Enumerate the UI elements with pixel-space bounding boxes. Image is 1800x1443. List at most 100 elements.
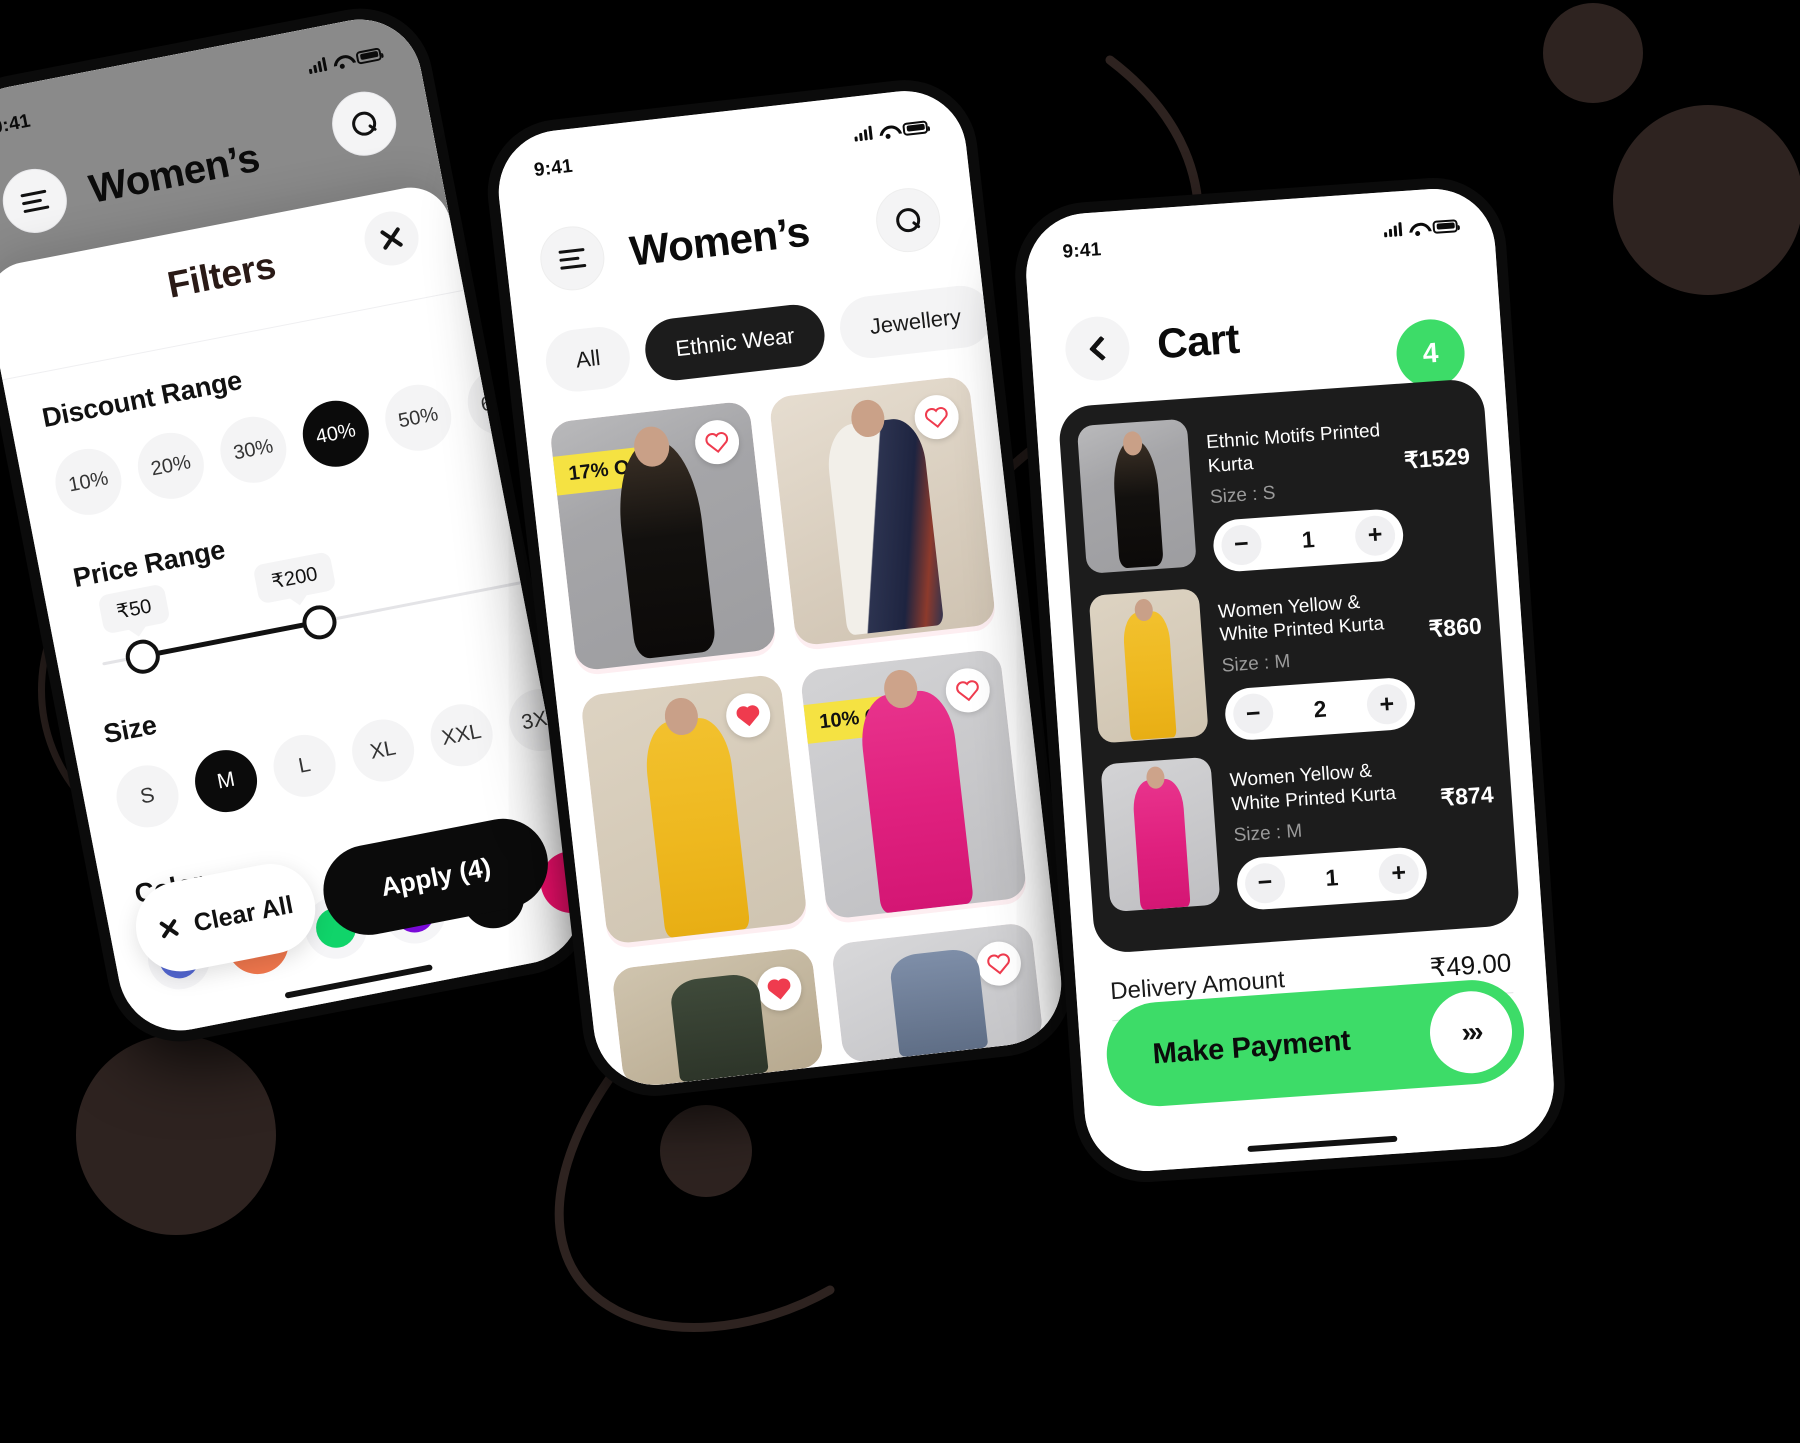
cellular-icon <box>1383 221 1403 237</box>
cart-item-price: ₹1529 <box>1403 442 1471 474</box>
quantity-value: 2 <box>1312 695 1328 722</box>
slider-knob-max[interactable] <box>299 602 340 643</box>
status-time: 9:41 <box>1061 239 1103 263</box>
heart-icon[interactable] <box>755 964 804 1013</box>
cart-item-info: Women Yellow & White Printed Kurta Size … <box>1216 573 1417 742</box>
cart-item-info: Women Yellow & White Printed Kurta Size … <box>1228 742 1429 911</box>
status-time: 9:41 <box>532 155 574 182</box>
cart-item-price: ₹860 <box>1427 612 1483 642</box>
slider-knob-min[interactable] <box>122 636 163 677</box>
increment-button[interactable]: + <box>1365 682 1409 726</box>
cellular-icon <box>307 56 328 74</box>
product-image <box>830 921 1044 1064</box>
price-max-bubble: ₹200 <box>252 551 337 605</box>
increment-button[interactable]: + <box>1377 852 1421 895</box>
chevron-left-icon[interactable] <box>1063 314 1132 383</box>
tab-all[interactable]: All <box>542 323 634 395</box>
deco-circle-2 <box>1613 105 1800 295</box>
page-title: Women’s <box>627 207 812 275</box>
cart-item[interactable]: Women Yellow & White Printed Kurta Size … <box>1100 737 1500 919</box>
status-icons <box>1383 218 1459 237</box>
wifi-icon <box>1408 221 1426 235</box>
product-image <box>768 375 997 647</box>
search-icon[interactable] <box>872 184 944 256</box>
status-icons <box>307 46 383 74</box>
product-card[interactable]: White Woven Design Kurta ₹2399 <box>768 375 998 652</box>
discount-badge: 17% OFF <box>552 444 670 496</box>
clear-icon <box>157 916 183 942</box>
heart-icon[interactable] <box>912 392 962 442</box>
cart-item-image <box>1088 587 1209 743</box>
product-image <box>579 673 808 945</box>
battery-icon <box>902 119 929 136</box>
heart-icon[interactable] <box>974 939 1024 988</box>
tab-jewellery[interactable]: Jewellery <box>836 282 995 362</box>
quantity-stepper[interactable]: − 1 + <box>1235 845 1429 911</box>
phone-cart: 9:41 Cart 4 Ethnic Motifs Printed Kurta <box>1022 184 1558 1176</box>
discount-badge: 10% OFF <box>803 692 921 744</box>
make-payment-label: Make Payment <box>1151 1024 1352 1070</box>
size-chip-m[interactable]: M <box>189 744 263 818</box>
cart-item[interactable]: Women Yellow & White Printed Kurta Size … <box>1088 568 1489 750</box>
cart-screen: 9:41 Cart 4 Ethnic Motifs Printed Kurta <box>1022 184 1558 1176</box>
quantity-stepper[interactable]: − 1 + <box>1211 507 1405 573</box>
size-chip-s[interactable]: S <box>111 760 184 833</box>
cellular-icon <box>853 125 873 142</box>
size-chip-xl[interactable]: XL <box>346 714 420 787</box>
quantity-value: 1 <box>1300 525 1316 553</box>
product-card[interactable] <box>611 946 825 1089</box>
quantity-value: 1 <box>1324 864 1340 891</box>
cart-item-name: Women Yellow & White Printed Kurta <box>1217 591 1385 647</box>
battery-icon <box>355 46 383 65</box>
deco-circle-3 <box>76 1035 276 1235</box>
size-chip-xxl[interactable]: XXL <box>425 698 498 772</box>
deco-circle-1 <box>1543 3 1643 103</box>
product-image: 10% OFF <box>799 648 1028 920</box>
mockup-stage: 9:41 Women’s Filters Discount Range 10% … <box>0 0 1800 1443</box>
page-title-behind: Women’s <box>85 135 263 212</box>
deco-circle-4 <box>660 1105 752 1197</box>
decrement-button[interactable]: − <box>1243 861 1287 905</box>
discount-chip-20[interactable]: 20% <box>132 427 210 505</box>
status-time: 9:41 <box>0 110 33 139</box>
discount-chip-30[interactable]: 30% <box>214 411 293 489</box>
status-icons <box>853 119 929 142</box>
product-card[interactable]: 10% OFF Pink Floral Printed Kurta With T… <box>799 648 1029 925</box>
cart-item[interactable]: Ethnic Motifs Printed Kurta Size : S − 1… <box>1076 399 1477 581</box>
decrement-button[interactable]: − <box>1220 523 1263 566</box>
price-min-bubble: ₹50 <box>97 583 171 635</box>
heart-icon[interactable] <box>723 691 773 740</box>
cart-item-price: ₹874 <box>1439 781 1495 811</box>
wifi-icon <box>878 123 896 138</box>
size-chip-l[interactable]: L <box>268 729 341 803</box>
heart-icon[interactable] <box>943 666 993 715</box>
discount-chip-10[interactable]: 10% <box>49 443 128 521</box>
quantity-stepper[interactable]: − 2 + <box>1223 676 1417 742</box>
product-image <box>611 946 825 1089</box>
battery-icon <box>1432 218 1459 234</box>
clear-all-label: Clear All <box>191 890 296 938</box>
heart-icon[interactable] <box>692 417 742 467</box>
cart-item-info: Ethnic Motifs Printed Kurta Size : S − 1… <box>1204 405 1405 573</box>
cart-item-image <box>1100 756 1221 913</box>
cart-item-name: Women Yellow & White Printed Kurta <box>1229 760 1397 816</box>
wifi-icon <box>332 53 351 69</box>
product-image: 17% OFF <box>548 400 777 672</box>
slider-fill <box>141 619 319 659</box>
discount-chip-40[interactable]: 40% <box>297 395 375 473</box>
payment-arrow-icon[interactable]: ››› <box>1427 988 1515 1076</box>
page-title: Cart <box>1155 314 1241 368</box>
hamburger-icon[interactable] <box>0 163 73 239</box>
product-card[interactable]: Women Yellow & White Printed Kurta ₹860 <box>579 673 809 950</box>
cart-item-size: Size : M <box>1221 650 1292 677</box>
product-card[interactable]: 17% OFF Ethnic Motifs Printed Kurta ₹152… <box>548 400 778 677</box>
decrement-button[interactable]: − <box>1231 692 1275 735</box>
tab-ethnic-wear[interactable]: Ethnic Wear <box>642 301 828 384</box>
discount-chip-50[interactable]: 50% <box>379 379 457 457</box>
product-card[interactable] <box>830 921 1044 1064</box>
product-grid: 17% OFF Ethnic Motifs Printed Kurta ₹152… <box>548 375 1044 1089</box>
hamburger-icon[interactable] <box>536 222 608 294</box>
cart-item-size: Size : M <box>1232 820 1303 846</box>
increment-button[interactable]: + <box>1353 513 1397 557</box>
home-indicator <box>1247 1135 1398 1153</box>
